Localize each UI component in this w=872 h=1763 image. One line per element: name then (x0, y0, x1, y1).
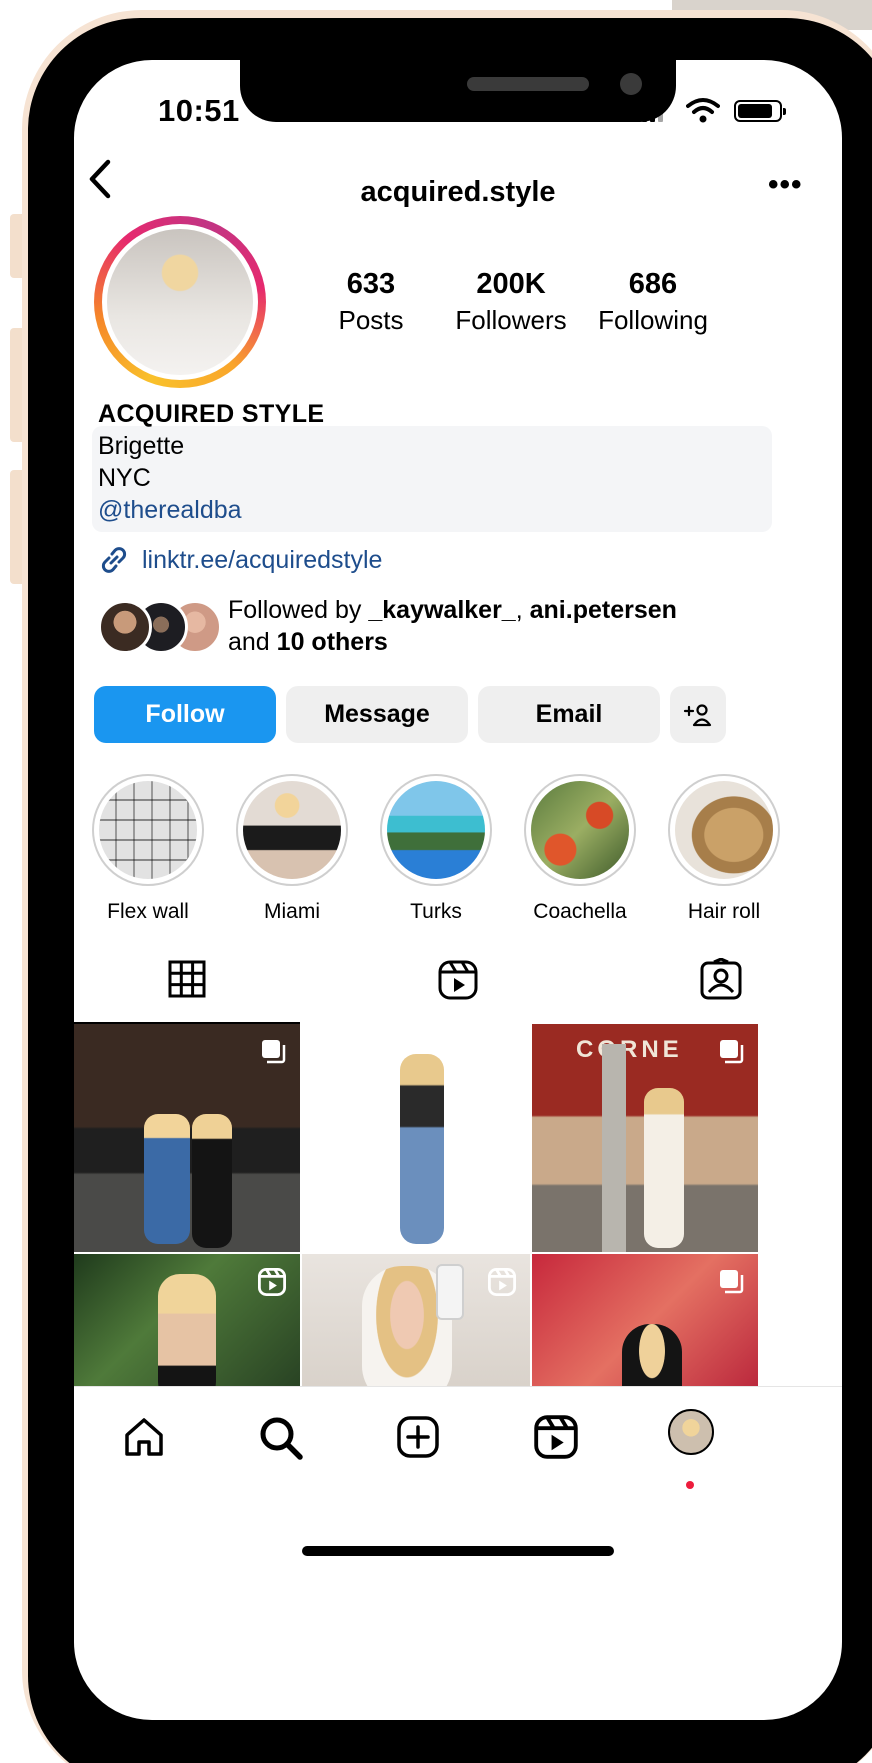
highlight-label: Coachella (533, 900, 627, 923)
profile-photo (107, 229, 253, 375)
highlight-label: Turks (410, 900, 462, 923)
post-figure (644, 1088, 684, 1248)
following-count-label: Following (598, 305, 708, 335)
follow-button[interactable]: Follow (94, 686, 276, 743)
followed-by-text[interactable]: Followed by _kaywalker_, ani.petersen an… (228, 594, 677, 658)
post-figure (144, 1114, 190, 1244)
reels-icon[interactable] (438, 960, 478, 1000)
following-count-value: 686 (628, 268, 678, 300)
highlight-miami[interactable]: Miami (236, 774, 348, 924)
speaker (467, 77, 589, 91)
create-icon[interactable] (396, 1415, 440, 1459)
email-button[interactable]: Email (478, 686, 660, 743)
status-time: 10:51 (158, 93, 240, 128)
following-count[interactable]: 686 Following (578, 268, 728, 336)
profile-avatar[interactable] (668, 1409, 714, 1455)
message-button[interactable]: Message (286, 686, 468, 743)
post-grid: CORNE (74, 1024, 842, 1400)
highlight-flex-wall[interactable]: Flex wall (92, 774, 204, 924)
profile-avatar-story-ring[interactable] (94, 216, 266, 388)
carousel-icon (262, 1040, 286, 1064)
bottom-navigation (74, 1386, 842, 1498)
reels-icon[interactable] (534, 1415, 578, 1459)
bio-line: Brigette (98, 432, 185, 460)
posts-count[interactable]: 633 Posts (296, 268, 446, 336)
reel-badge-icon (488, 1268, 516, 1296)
highlight-hair-roll[interactable]: Hair roll (668, 774, 780, 924)
mutual-username: ani.petersen (529, 596, 677, 624)
phone-screen: 10:51 acquired.style ••• 633 Posts 200K … (74, 60, 842, 1720)
home-indicator[interactable] (302, 1546, 614, 1556)
battery-icon (734, 100, 786, 122)
bio-mention-link[interactable]: @therealdba (98, 496, 242, 525)
carousel-icon (720, 1270, 744, 1294)
highlight-cover (387, 781, 485, 879)
followers-count-value: 200K (476, 268, 546, 300)
add-person-icon (683, 703, 712, 726)
and-text: and (228, 628, 277, 656)
separator: , (515, 596, 530, 624)
others-count: 10 others (276, 628, 388, 656)
post-tile[interactable] (74, 1024, 300, 1252)
post-tile[interactable] (74, 1254, 300, 1400)
more-options-icon[interactable]: ••• (768, 168, 803, 202)
post-tile[interactable] (532, 1254, 758, 1400)
post-phone (436, 1264, 464, 1320)
highlight-label: Flex wall (107, 900, 189, 923)
wifi-icon (686, 98, 720, 123)
search-icon[interactable] (258, 1415, 304, 1461)
avatar (98, 600, 152, 654)
highlight-label: Hair roll (687, 900, 761, 923)
post-tile[interactable]: CORNE (532, 1024, 758, 1252)
reel-badge-icon (258, 1268, 286, 1296)
posts-count-value: 633 (346, 268, 396, 300)
profile-tabs (74, 940, 842, 1012)
post-figure (192, 1114, 232, 1248)
post-tile[interactable] (302, 1254, 530, 1400)
post-signage-text: CORNE (576, 1036, 683, 1063)
notification-dot (686, 1481, 694, 1489)
post-pole (602, 1044, 626, 1252)
add-user-button[interactable] (670, 686, 726, 743)
mutual-follower-avatars[interactable] (98, 600, 222, 656)
posts-count-label: Posts (338, 305, 404, 335)
tagged-icon[interactable] (700, 958, 742, 1000)
highlight-cover (675, 781, 773, 879)
link-icon (101, 547, 127, 573)
post-figure (158, 1274, 216, 1400)
mutual-username: _kaywalker_ (368, 596, 516, 624)
highlight-cover (99, 781, 197, 879)
post-figure (400, 1054, 444, 1244)
post-tile[interactable] (302, 1024, 530, 1252)
grid-icon[interactable] (168, 960, 206, 998)
front-camera (620, 73, 642, 95)
followed-by-prefix: Followed by (228, 596, 369, 624)
highlight-turks[interactable]: Turks (380, 774, 492, 924)
profile-link[interactable]: linktr.ee/acquiredstyle (98, 544, 382, 576)
highlight-cover (531, 781, 629, 879)
carousel-icon (720, 1040, 744, 1064)
highlight-label: Miami (264, 900, 320, 923)
highlight-coachella[interactable]: Coachella (524, 774, 636, 924)
notch (240, 60, 676, 122)
highlight-cover (243, 781, 341, 879)
home-icon[interactable] (122, 1415, 166, 1459)
profile-link-text: linktr.ee/acquiredstyle (142, 545, 383, 574)
bio-line: NYC (98, 464, 151, 492)
followers-count[interactable]: 200K Followers (436, 268, 586, 336)
profile-display-name: ACQUIRED STYLE (98, 400, 325, 428)
reel-badge-icon (488, 1038, 516, 1066)
followers-count-label: Followers (455, 305, 567, 335)
profile-username: acquired.style (360, 176, 556, 208)
